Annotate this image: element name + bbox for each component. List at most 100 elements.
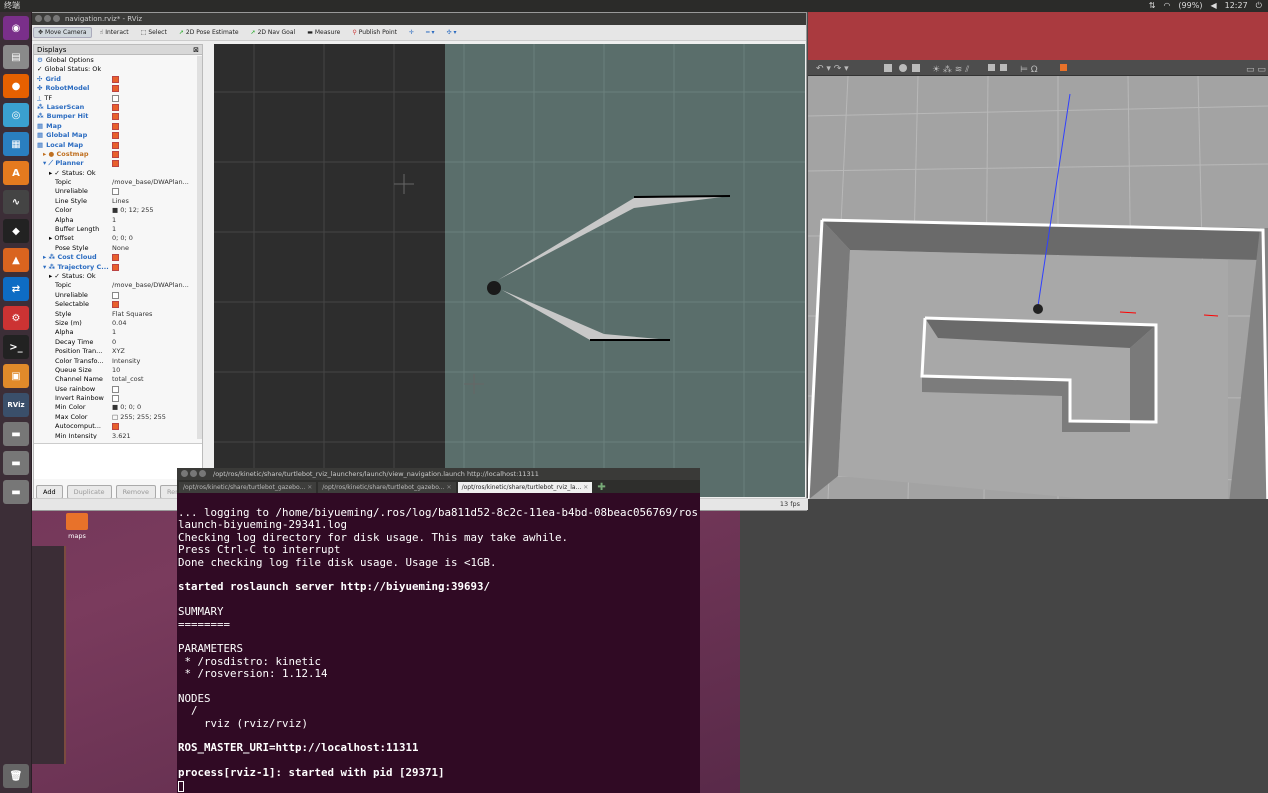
tool-select[interactable]: ⬚ Select [137,28,171,37]
display-enable-checkbox[interactable] [112,132,119,140]
display-tree-row[interactable]: ✓ Global Status: Ok [34,65,202,74]
minimize-window-button[interactable] [44,15,51,22]
rviz-titlebar[interactable]: navigation.rviz* - RViz [31,13,806,25]
displays-scrollbar[interactable] [197,56,202,439]
qq-icon[interactable]: ◆ [3,219,29,243]
display-tree-row[interactable]: Decay Time 0 [34,338,202,347]
terminal-tab[interactable]: /opt/ros/kinetic/share/turtlebot_gazebo.… [318,482,456,493]
display-tree-row[interactable]: Invert Rainbow [34,394,202,403]
rviz-icon[interactable]: RViz [3,393,29,417]
display-enable-checkbox[interactable] [112,395,119,403]
display-enable-checkbox[interactable] [112,254,119,262]
display-tree-row[interactable]: ▦ Global Map [34,131,202,140]
display-tree-value[interactable]: Flat Squares [112,310,152,319]
display-tree-value[interactable]: 10 [112,366,120,375]
ubuntu-dash-icon[interactable]: ◉ [3,16,29,40]
display-tree-value[interactable]: Intensity [112,357,140,366]
battery-indicator[interactable]: (99%) [1178,0,1202,12]
display-tree-row[interactable]: ▸ ● Costmap [34,150,202,159]
terminal-minimize-button[interactable] [190,470,197,477]
teamviewer-icon[interactable]: ⇄ [3,277,29,301]
gazebo-3d-scene[interactable] [806,75,1268,513]
display-enable-checkbox[interactable] [112,160,119,168]
camera-type-button[interactable]: ✣ ▾ [443,28,461,37]
terminal-maximize-button[interactable] [199,470,206,477]
terminal-tab[interactable]: /opt/ros/kinetic/share/turtlebot_rviz_la… [457,482,593,493]
display-tree-value[interactable]: 0 [112,338,116,347]
display-tree-row[interactable]: Buffer Length 1 [34,225,202,234]
terminal-icon[interactable]: >_ [3,335,29,359]
display-tree-row[interactable]: Queue Size 10 [34,366,202,375]
display-tree-row[interactable]: ▸ ✓ Status: Ok [34,169,202,178]
display-tree-row[interactable]: ▦ Map [34,122,202,131]
software-center-icon[interactable]: A [3,161,29,185]
tool-publish-point[interactable]: ⚲ Publish Point [348,28,401,37]
tool-2d-pose-estimate[interactable]: ➚ 2D Pose Estimate [175,28,243,37]
drive-icon[interactable]: ▬ [3,422,29,446]
settings-icon[interactable]: ⚙ [3,306,29,330]
chromium-icon[interactable]: ◎ [3,103,29,127]
terminal-titlebar[interactable]: /opt/ros/kinetic/share/turtlebot_rviz_la… [177,468,700,480]
display-tree-row[interactable]: Autocomput... [34,422,202,431]
close-window-button[interactable] [35,15,42,22]
display-tree-row[interactable]: Channel Name total_cost [34,375,202,384]
display-tree-value[interactable]: 1 [112,225,116,234]
display-enable-checkbox[interactable] [112,301,119,309]
close-tab-icon[interactable]: ✕ [447,484,452,491]
clock[interactable]: 12:27 [1225,0,1248,12]
display-tree-value[interactable]: ■ 0; 0; 0 [112,403,141,412]
display-enable-checkbox[interactable] [112,75,119,83]
display-tree-value[interactable]: total_cost [112,375,144,384]
display-tree-value[interactable]: 3.621 [112,432,131,439]
displays-tree[interactable]: ⚙ Global Options ✓ Global Status: Ok ✣ Grid ✤… [34,56,202,439]
display-tree-value[interactable]: ■ 0; 12; 255 [112,206,154,215]
display-tree-row[interactable]: Min Intensity 3.621 [34,432,202,439]
display-tree-row[interactable]: Unreliable [34,291,202,300]
display-tree-row[interactable]: Pose Style None [34,244,202,253]
display-tree-row[interactable]: ✣ Grid [34,75,202,84]
libreoffice-writer-icon[interactable]: ▦ [3,132,29,156]
display-tree-row[interactable]: Size (m) 0.04 [34,319,202,328]
display-tree-row[interactable]: ▸ ⁂ Cost Cloud [34,253,202,262]
matlab-icon[interactable]: ▲ [3,248,29,272]
display-tree-row[interactable]: Position Tran... XYZ [34,347,202,356]
drive-icon-2[interactable]: ▬ [3,451,29,475]
display-tree-value[interactable]: 1 [112,328,116,337]
wifi-icon[interactable]: ◠ [1163,0,1170,12]
display-tree-row[interactable]: Selectable [34,300,202,309]
display-tree-row[interactable]: ⟂ TF [34,94,202,103]
display-enable-checkbox[interactable] [112,263,119,271]
volume-icon[interactable]: ◀ [1210,0,1216,12]
display-enable-checkbox[interactable] [112,103,119,111]
remove-display-button[interactable]: Remove [115,485,156,499]
power-icon[interactable]: ⏻ [1256,0,1262,12]
display-tree-row[interactable]: Color Transfo... Intensity [34,357,202,366]
display-tree-row[interactable]: ⁂ Bumper Hit [34,112,202,121]
duplicate-display-button[interactable]: Duplicate [66,485,112,499]
gazebo-icon[interactable]: ▣ [3,364,29,388]
remove-tool-button[interactable]: ━ ▾ [422,28,439,37]
tool-interact[interactable]: ☝ Interact [96,28,133,37]
display-tree-row[interactable]: ▸ Offset 0; 0; 0 [34,234,202,243]
display-tree-row[interactable]: ⚙ Global Options [34,56,202,65]
display-tree-row[interactable]: ▾ ⁂ Trajectory C... [34,263,202,272]
close-panel-icon[interactable]: ⊠ [193,45,199,55]
display-tree-row[interactable]: ⁂ LaserScan [34,103,202,112]
tool-move-camera[interactable]: ✥ Move Camera [33,27,92,38]
display-tree-row[interactable]: ▸ ✓ Status: Ok [34,272,202,281]
display-tree-row[interactable]: Topic/move_base/DWAPlan... [34,178,202,187]
display-tree-row[interactable]: Alpha 1 [34,216,202,225]
terminal-prompt-line[interactable] [178,780,698,792]
display-enable-checkbox[interactable] [112,423,119,431]
sort-icon[interactable]: ⇅ [1149,0,1156,12]
terminal-output[interactable]: ... logging to /home/biyueming/.ros/log/… [178,506,698,792]
display-enable-checkbox[interactable] [112,150,119,158]
display-tree-row[interactable]: Color ■ 0; 12; 255 [34,206,202,215]
display-tree-row[interactable]: Line Style Lines [34,197,202,206]
display-tree-row[interactable]: Style Flat Squares [34,310,202,319]
firefox-icon[interactable]: ● [3,74,29,98]
display-tree-value[interactable]: Lines [112,197,129,206]
terminal-close-button[interactable] [181,470,188,477]
display-enable-checkbox[interactable] [112,85,119,93]
display-tree-row[interactable]: ✤ RobotModel [34,84,202,93]
